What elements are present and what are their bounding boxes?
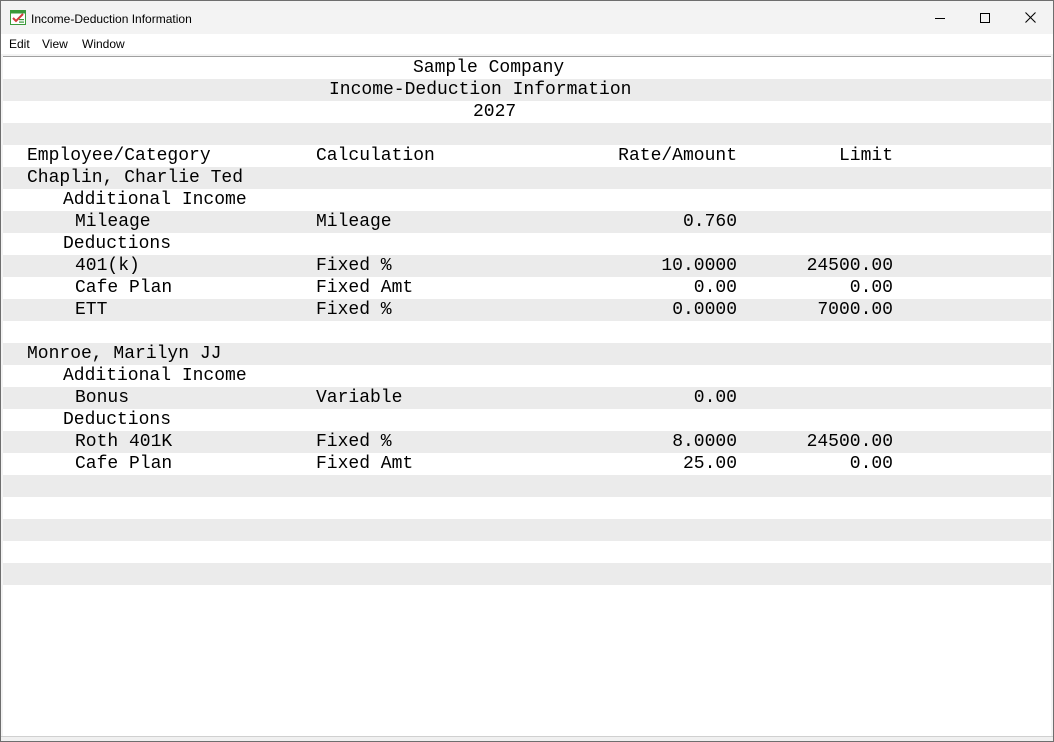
item-name: 401(k) — [75, 256, 140, 276]
category-label: Additional Income — [63, 366, 247, 386]
category-row: Deductions — [3, 233, 1051, 255]
item-row: Roth 401K Fixed % 8.0000 24500.00 — [3, 431, 1051, 453]
category-row: Additional Income — [3, 365, 1051, 387]
header-employee-category: Employee/Category — [27, 146, 211, 166]
report-row: 2027 — [3, 101, 1051, 123]
item-name: Cafe Plan — [75, 454, 173, 474]
category-row: Deductions — [3, 409, 1051, 431]
item-row: Bonus Variable 0.00 — [3, 387, 1051, 409]
item-calculation: Fixed % — [316, 432, 392, 452]
report-row — [3, 321, 1051, 343]
category-row: Additional Income — [3, 189, 1051, 211]
item-rate: 0.760 — [682, 212, 737, 232]
report-row — [3, 475, 1051, 497]
report-row: Income-Deduction Information — [3, 79, 1051, 101]
item-name: Roth 401K — [75, 432, 173, 452]
item-rate: 0.0000 — [672, 300, 737, 320]
window-title: Income-Deduction Information — [31, 12, 192, 26]
item-name: Bonus — [75, 388, 130, 408]
menu-view[interactable]: View — [42, 37, 68, 51]
item-row: Cafe Plan Fixed Amt 0.00 0.00 — [3, 277, 1051, 299]
header-limit: Limit — [838, 146, 893, 166]
header-rate-amount: Rate/Amount — [618, 146, 737, 166]
item-calculation: Fixed % — [316, 256, 392, 276]
category-label: Additional Income — [63, 190, 247, 210]
item-limit: 24500.00 — [806, 256, 893, 276]
report-title: Income-Deduction Information — [329, 80, 632, 100]
item-rate: 25.00 — [682, 454, 737, 474]
report-window: Income-Deduction Information Edit View W… — [0, 0, 1054, 742]
item-limit: 7000.00 — [817, 300, 893, 320]
item-limit: 24500.00 — [806, 432, 893, 452]
window-bottom-edge — [1, 736, 1053, 741]
employee-row: Monroe, Marilyn JJ — [3, 343, 1051, 365]
report-row — [3, 541, 1051, 563]
item-calculation: Fixed % — [316, 300, 392, 320]
report-row — [3, 123, 1051, 145]
minimize-icon — [935, 17, 945, 19]
item-calculation: Mileage — [316, 212, 392, 232]
category-label: Deductions — [63, 410, 172, 430]
item-name: Cafe Plan — [75, 278, 173, 298]
item-rate: 10.0000 — [661, 256, 737, 276]
maximize-button[interactable] — [962, 1, 1008, 34]
item-row: ETT Fixed % 0.0000 7000.00 — [3, 299, 1051, 321]
item-calculation: Variable — [316, 388, 403, 408]
menu-bar: Edit View Window — [1, 34, 1053, 54]
report-row — [3, 563, 1051, 585]
report-row: Sample Company — [3, 57, 1051, 79]
item-rate: 8.0000 — [672, 432, 737, 452]
close-icon — [1024, 12, 1036, 23]
item-calculation: Fixed Amt — [316, 278, 414, 298]
header-calculation: Calculation — [316, 146, 435, 166]
report-area[interactable]: Sample Company Income-Deduction Informat… — [3, 56, 1051, 737]
close-button[interactable] — [1007, 1, 1053, 34]
report-year: 2027 — [473, 102, 517, 122]
employee-name: Chaplin, Charlie Ted — [27, 168, 244, 188]
item-name: ETT — [75, 300, 108, 320]
menu-window[interactable]: Window — [82, 37, 125, 51]
item-row: Cafe Plan Fixed Amt 25.00 0.00 — [3, 453, 1051, 475]
item-row: Mileage Mileage 0.760 — [3, 211, 1051, 233]
employee-row: Chaplin, Charlie Ted — [3, 167, 1051, 189]
item-limit: 0.00 — [849, 278, 893, 298]
report-row — [3, 497, 1051, 519]
item-name: Mileage — [75, 212, 151, 232]
report-row — [3, 519, 1051, 541]
item-rate: 0.00 — [693, 388, 737, 408]
title-bar[interactable]: Income-Deduction Information — [1, 1, 1053, 34]
category-label: Deductions — [63, 234, 172, 254]
minimize-button[interactable] — [917, 1, 963, 34]
menu-edit[interactable]: Edit — [9, 37, 30, 51]
maximize-icon — [980, 12, 990, 23]
item-calculation: Fixed Amt — [316, 454, 414, 474]
column-header-row: Employee/Category Calculation Rate/Amoun… — [3, 145, 1051, 167]
item-rate: 0.00 — [693, 278, 737, 298]
company-name: Sample Company — [413, 58, 565, 78]
employee-name: Monroe, Marilyn JJ — [27, 344, 222, 364]
item-row: 401(k) Fixed % 10.0000 24500.00 — [3, 255, 1051, 277]
item-limit: 0.00 — [849, 454, 893, 474]
app-checklist-icon — [10, 10, 26, 25]
